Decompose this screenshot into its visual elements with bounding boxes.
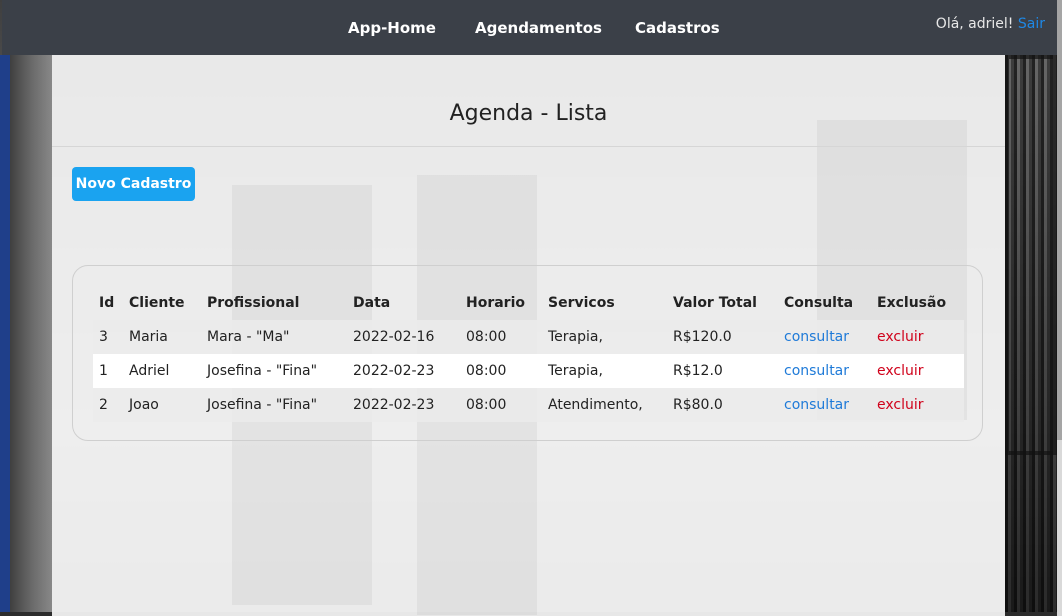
delete-link[interactable]: excluir	[877, 329, 924, 345]
cell-consulta: consultar	[778, 320, 871, 354]
cell-valor: R$80.0	[667, 388, 778, 422]
delete-link[interactable]: excluir	[877, 363, 924, 379]
cell-valor: R$12.0	[667, 354, 778, 388]
cell-horario: 08:00	[460, 388, 542, 422]
cell-horario: 08:00	[460, 320, 542, 354]
column-header-valor-total: Valor Total	[673, 295, 757, 311]
page-scrollbar[interactable]	[1057, 0, 1062, 616]
column-header-horario: Horario	[466, 295, 526, 311]
cell-cliente: Adriel	[123, 354, 201, 388]
nav-item-agendamentos[interactable]: Agendamentos	[475, 19, 602, 37]
cell-cliente: Joao	[123, 388, 201, 422]
table-row: 1 Adriel Josefina - "Fina" 2022-02-23 08…	[93, 354, 964, 388]
scrollbar-thumb[interactable]	[1057, 0, 1062, 440]
nav-item-app-home[interactable]: App-Home	[348, 19, 436, 37]
consult-link[interactable]: consultar	[784, 397, 849, 413]
new-record-button[interactable]: Novo Cadastro	[72, 167, 195, 201]
cell-cliente: Maria	[123, 320, 201, 354]
nav-item-cadastros[interactable]: Cadastros	[635, 19, 720, 37]
schedule-table-card: Id Cliente Profissional Data Horario Ser…	[72, 265, 983, 441]
table-row: 3 Maria Mara - "Ma" 2022-02-16 08:00 Ter…	[93, 320, 964, 354]
cell-id: 2	[93, 388, 123, 422]
cell-servicos: Atendimento,	[542, 388, 667, 422]
table-header-row: Id Cliente Profissional Data Horario Ser…	[93, 286, 964, 320]
cell-consulta: consultar	[778, 388, 871, 422]
consult-link[interactable]: consultar	[784, 329, 849, 345]
column-header-cliente: Cliente	[129, 295, 185, 311]
cell-valor: R$120.0	[667, 320, 778, 354]
delete-link[interactable]: excluir	[877, 397, 924, 413]
cell-data: 2022-02-23	[347, 354, 460, 388]
table-row: 2 Joao Josefina - "Fina" 2022-02-23 08:0…	[93, 388, 964, 422]
logout-link[interactable]: Sair	[1018, 16, 1045, 32]
page-title: Agenda - Lista	[449, 101, 608, 126]
cell-data: 2022-02-16	[347, 320, 460, 354]
cell-exclusao: excluir	[871, 388, 964, 422]
column-header-servicos: Servicos	[548, 295, 615, 311]
consult-link[interactable]: consultar	[784, 363, 849, 379]
column-header-profissional: Profissional	[207, 295, 300, 311]
cell-servicos: Terapia,	[542, 354, 667, 388]
cell-id: 1	[93, 354, 123, 388]
cell-servicos: Terapia,	[542, 320, 667, 354]
cell-consulta: consultar	[778, 354, 871, 388]
cell-exclusao: excluir	[871, 320, 964, 354]
cell-profissional: Josefina - "Fina"	[201, 388, 347, 422]
top-navbar: App-Home Agendamentos Cadastros Olá, adr…	[2, 0, 1057, 55]
cell-horario: 08:00	[460, 354, 542, 388]
background-edge	[0, 55, 10, 616]
cell-exclusao: excluir	[871, 354, 964, 388]
cell-data: 2022-02-23	[347, 388, 460, 422]
column-header-id: Id	[99, 295, 115, 311]
background-window-frame	[1005, 55, 1057, 455]
schedule-table: Id Cliente Profissional Data Horario Ser…	[93, 286, 964, 422]
column-header-exclusao: Exclusão	[877, 295, 947, 311]
user-greeting: Olá, adriel!	[935, 16, 1014, 32]
cell-id: 3	[93, 320, 123, 354]
user-greeting-area: Olá, adriel! Sair	[936, 16, 1045, 32]
column-header-consulta: Consulta	[784, 295, 854, 311]
column-header-data: Data	[353, 295, 391, 311]
title-divider	[52, 146, 1005, 147]
cell-profissional: Josefina - "Fina"	[201, 354, 347, 388]
cell-profissional: Mara - "Ma"	[201, 320, 347, 354]
main-content-panel: Agenda - Lista Novo Cadastro Id Cliente …	[52, 55, 1005, 616]
